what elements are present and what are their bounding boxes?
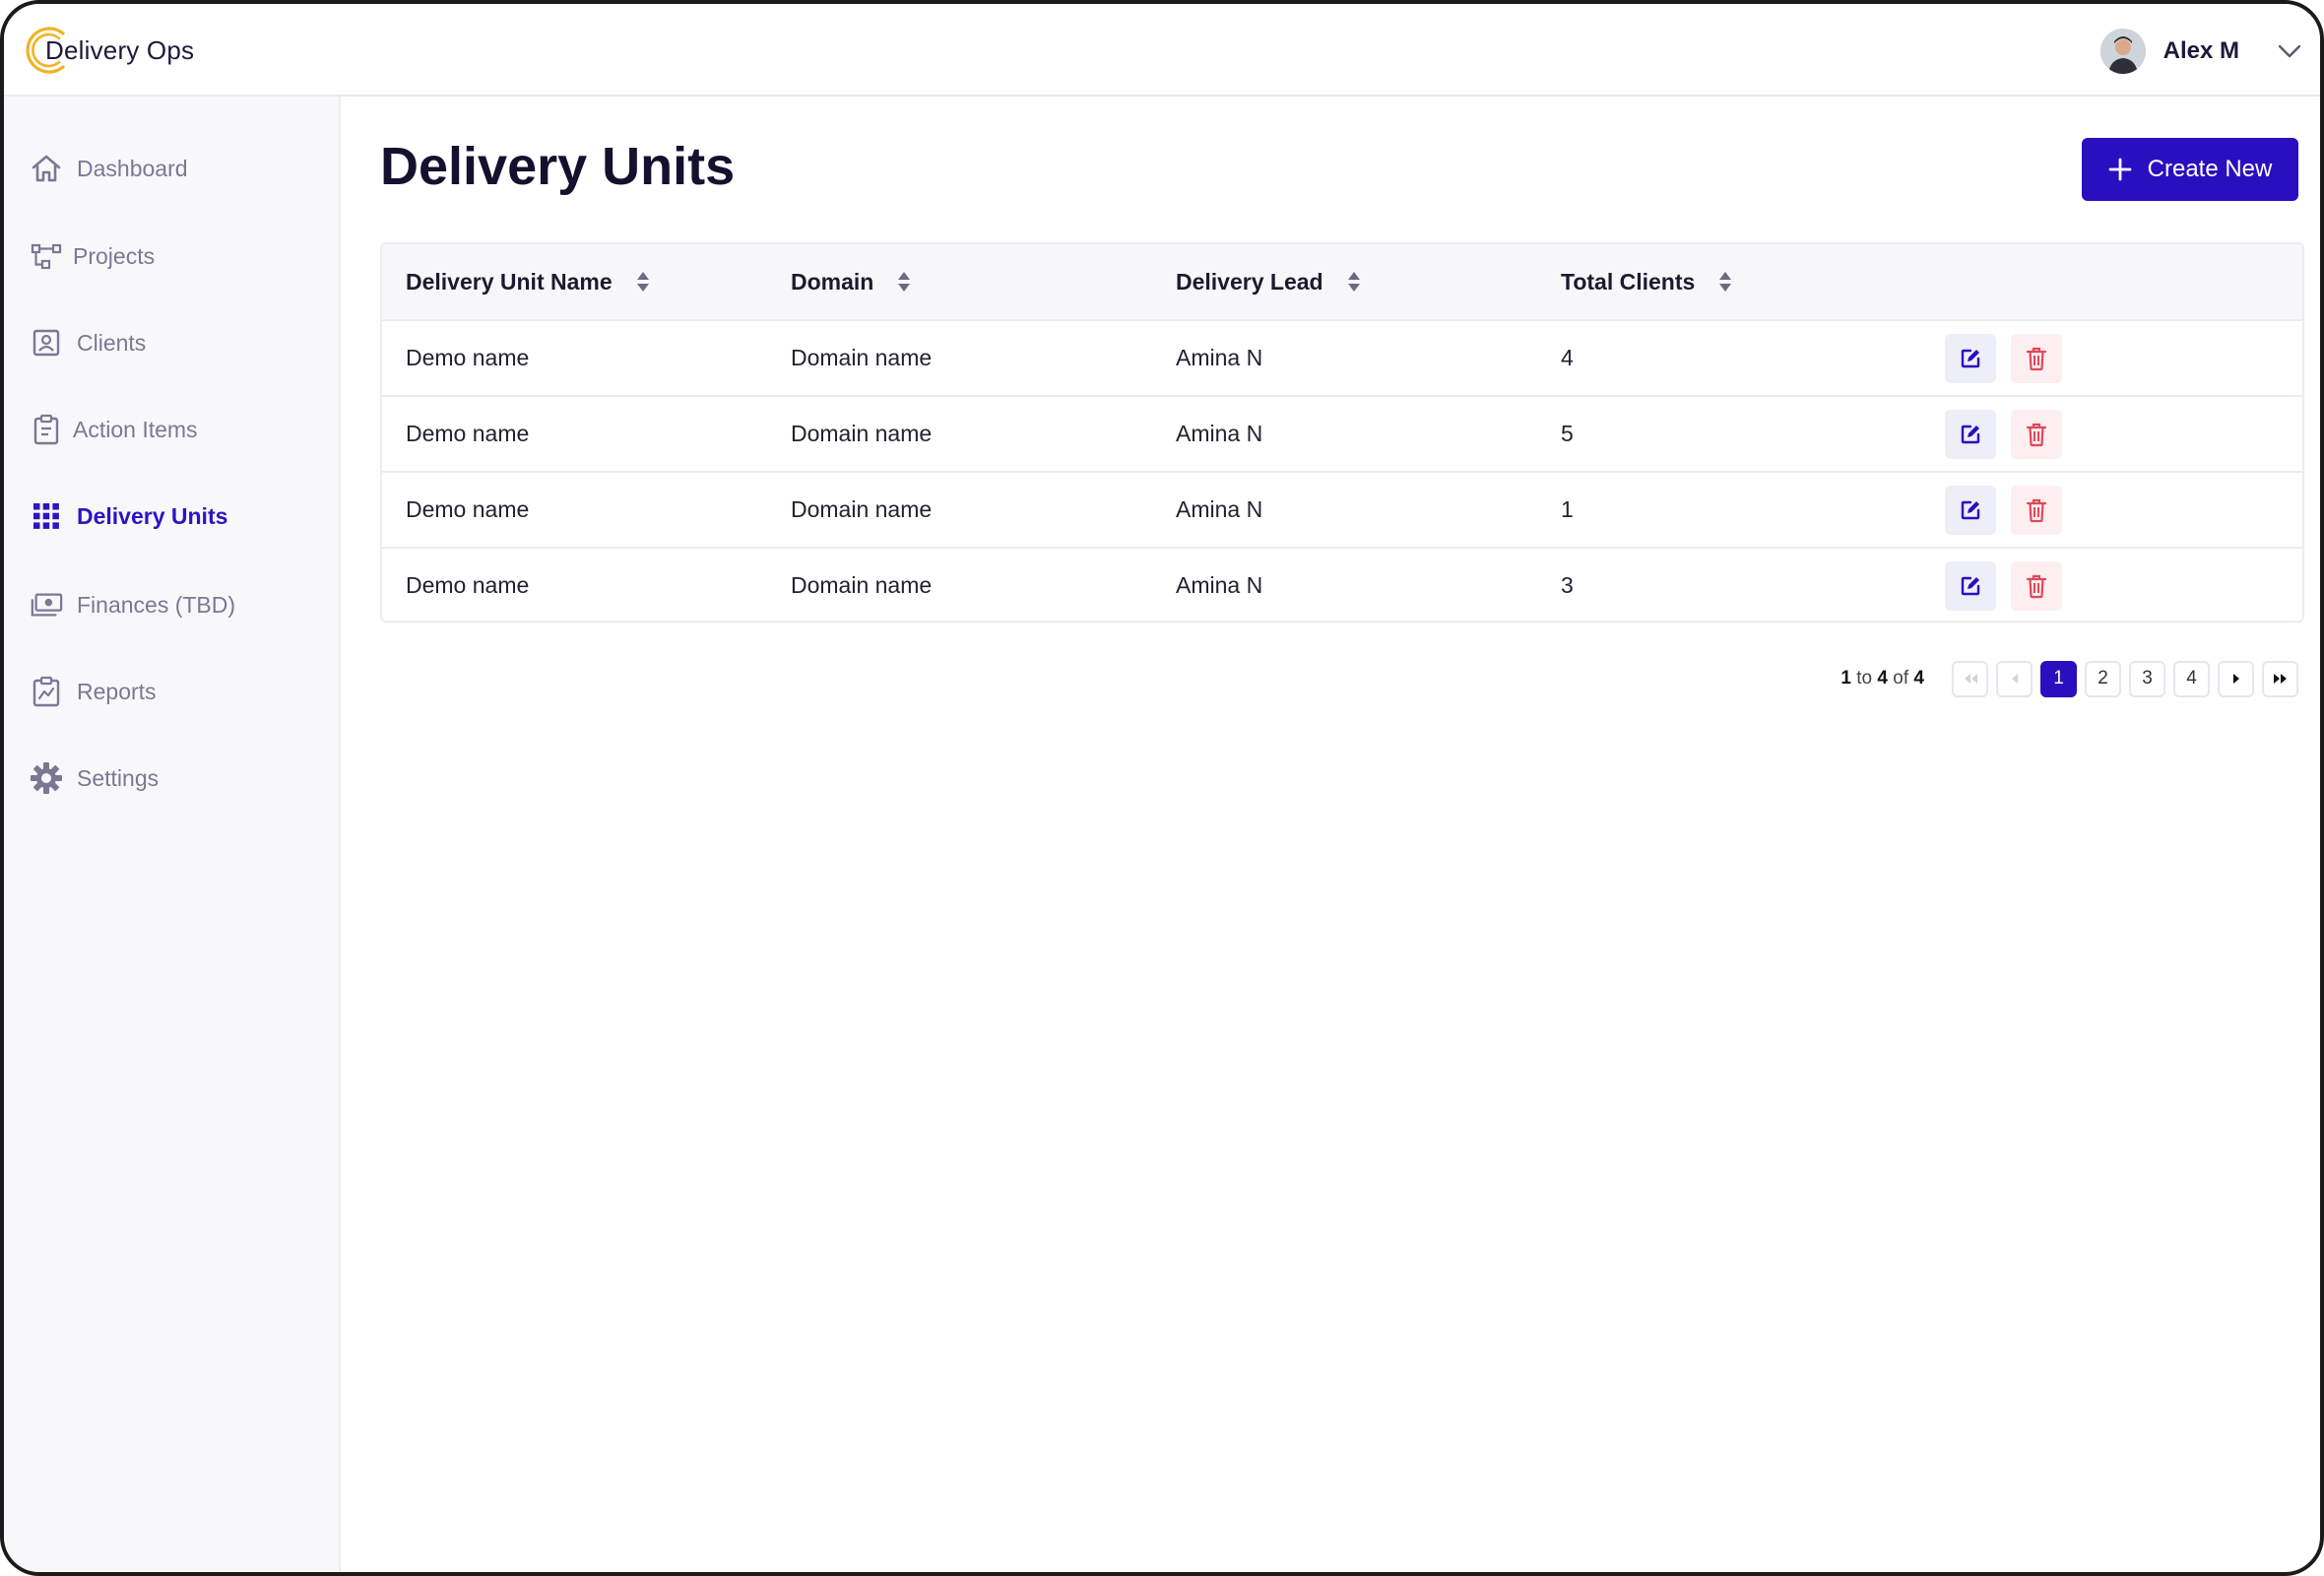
edit-button[interactable] [1945, 486, 1996, 535]
sidebar-item-label: Dashboard [77, 155, 188, 181]
column-header-lead[interactable]: Delivery Lead [1176, 244, 1361, 319]
gear-icon [30, 761, 63, 795]
sidebar-item-delivery-units[interactable]: Delivery Units [30, 492, 227, 540]
column-header-clients[interactable]: Total Clients [1561, 244, 1732, 319]
table-row: Demo name Domain name Amina N 1 [382, 471, 2302, 547]
report-chart-icon [30, 675, 63, 708]
double-chevron-left-icon [1964, 674, 1977, 684]
sidebar-item-label: Settings [77, 764, 160, 791]
contact-card-icon [30, 326, 63, 360]
delete-button[interactable] [2011, 334, 2062, 383]
grid-icon [30, 499, 63, 533]
chevron-left-icon [2011, 674, 2018, 684]
trash-icon [2026, 498, 2047, 523]
edit-icon [1961, 576, 1980, 596]
sort-icon[interactable] [1718, 271, 1732, 293]
pagination-summary: 1 to 4 of 4 [1840, 668, 1924, 689]
sidebar-item-label: Projects [73, 242, 156, 269]
money-icon [30, 588, 63, 622]
table-row: Demo name Domain name Amina N 3 [382, 547, 2302, 621]
logo[interactable]: Delivery Ops [24, 24, 194, 77]
page-button-2[interactable]: 2 [2085, 660, 2121, 697]
home-icon [30, 152, 63, 185]
top-bar: Delivery Ops Alex M [4, 4, 2320, 97]
edit-button[interactable] [1945, 334, 1996, 383]
pagination: 1 to 4 of 4 1 2 3 4 [1840, 660, 2298, 697]
first-page-button[interactable] [1952, 660, 1988, 697]
plus-icon [2108, 158, 2132, 181]
user-name: Alex M [2163, 37, 2239, 64]
sidebar-item-reports[interactable]: Reports [30, 668, 157, 715]
cell-domain: Domain name [791, 345, 933, 370]
delete-button[interactable] [2011, 486, 2062, 535]
cell-lead: Amina N [1176, 572, 1263, 598]
sidebar-item-label: Action Items [73, 416, 198, 442]
trash-icon [2026, 574, 2047, 599]
sort-icon[interactable] [897, 271, 911, 293]
cell-lead: Amina N [1176, 345, 1263, 370]
sidebar-item-label: Delivery Units [77, 502, 228, 529]
edit-icon [1961, 425, 1980, 444]
project-tree-icon [30, 239, 63, 273]
clipboard-icon [30, 413, 63, 446]
user-menu[interactable]: Alex M [2099, 28, 2302, 75]
page-button-1[interactable]: 1 [2040, 660, 2077, 697]
chevron-right-icon [2232, 674, 2239, 684]
cell-domain: Domain name [791, 421, 933, 446]
cell-name: Demo name [406, 572, 530, 598]
page-title: Delivery Units [380, 137, 736, 196]
sidebar: Dashboard Projects Clients Action Items [4, 97, 341, 1572]
double-chevron-right-icon [2273, 674, 2287, 684]
page-button-3[interactable]: 3 [2129, 660, 2165, 697]
delete-button[interactable] [2011, 410, 2062, 459]
main-content: Delivery Units Create New Delivery Unit … [341, 97, 2320, 1572]
sidebar-item-label: Clients [77, 329, 147, 356]
cell-name: Demo name [406, 421, 530, 446]
create-new-label: Create New [2147, 156, 2273, 182]
cell-name: Demo name [406, 496, 530, 522]
sidebar-item-label: Reports [77, 678, 157, 704]
cell-lead: Amina N [1176, 421, 1263, 446]
table-row: Demo name Domain name Amina N 5 [382, 395, 2302, 471]
next-page-button[interactable] [2218, 660, 2254, 697]
sidebar-item-projects[interactable]: Projects [30, 232, 155, 280]
cell-clients: 3 [1561, 572, 1574, 598]
cell-clients: 5 [1561, 421, 1574, 446]
sidebar-item-action-items[interactable]: Action Items [30, 406, 198, 453]
delete-button[interactable] [2011, 561, 2062, 611]
page-button-4[interactable]: 4 [2173, 660, 2210, 697]
avatar[interactable] [2099, 29, 2146, 74]
last-page-button[interactable] [2262, 660, 2298, 697]
column-header-domain[interactable]: Domain [791, 244, 911, 319]
previous-page-button[interactable] [1996, 660, 2033, 697]
app-name: Delivery Ops [45, 34, 195, 65]
chevron-down-icon[interactable] [2277, 38, 2302, 64]
sidebar-item-label: Finances (TBD) [77, 591, 236, 618]
sidebar-item-dashboard[interactable]: Dashboard [30, 145, 188, 192]
sort-icon[interactable] [1347, 271, 1361, 293]
cell-name: Demo name [406, 345, 530, 370]
delivery-units-table: Delivery Unit Name Domain Delivery Lead … [380, 242, 2304, 623]
table-row: Demo name Domain name Amina N 4 [382, 319, 2302, 395]
cell-lead: Amina N [1176, 496, 1263, 522]
sidebar-item-clients[interactable]: Clients [30, 319, 146, 366]
column-header-name[interactable]: Delivery Unit Name [406, 244, 650, 319]
trash-icon [2026, 423, 2047, 447]
sort-icon[interactable] [636, 271, 650, 293]
edit-button[interactable] [1945, 561, 1996, 611]
create-new-button[interactable]: Create New [2082, 138, 2298, 201]
app-window: Delivery Ops Alex M Dashboard Projects C… [0, 0, 2324, 1576]
table-header: Delivery Unit Name Domain Delivery Lead … [382, 244, 2302, 319]
cell-domain: Domain name [791, 496, 933, 522]
cell-clients: 1 [1561, 496, 1574, 522]
cell-clients: 4 [1561, 345, 1574, 370]
trash-icon [2026, 347, 2047, 371]
edit-button[interactable] [1945, 410, 1996, 459]
cell-domain: Domain name [791, 572, 933, 598]
edit-icon [1961, 500, 1980, 520]
sidebar-item-finances[interactable]: Finances (TBD) [30, 581, 235, 628]
sidebar-item-settings[interactable]: Settings [30, 755, 159, 802]
edit-icon [1961, 349, 1980, 368]
